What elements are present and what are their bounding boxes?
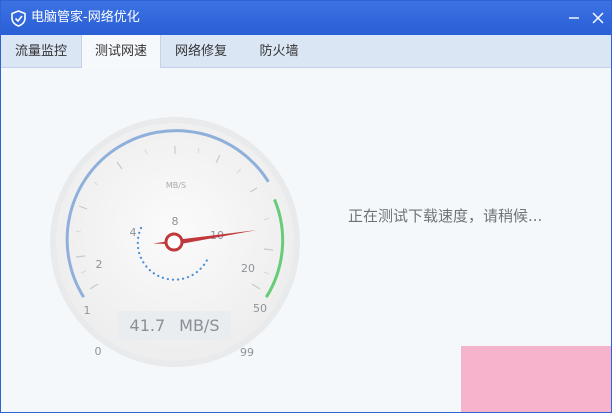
speed-test-panel: 0 1 2 4 8 10 20 50 99 MB/S [1, 68, 611, 412]
tab-network-repair[interactable]: 网络修复 [161, 35, 241, 68]
minimize-icon [569, 17, 579, 19]
title-bar[interactable]: 电脑管家-网络优化 [1, 1, 611, 35]
tab-firewall[interactable]: 防火墙 [241, 35, 317, 68]
tab-bar: 流量监控 测试网速 网络修复 防火墙 [1, 35, 611, 69]
gauge-needle-hub [164, 232, 184, 252]
close-icon [592, 12, 604, 24]
speed-unit: MB/S [179, 316, 220, 335]
tab-speed-test[interactable]: 测试网速 [81, 35, 161, 69]
speed-readout: 41.7 MB/S [118, 311, 231, 340]
gauge-unit-label: MB/S [166, 181, 186, 190]
test-status-message: 正在测试下载速度，请稍候... [348, 207, 543, 225]
watermark-overlay [461, 346, 611, 412]
window-title: 电脑管家-网络优化 [31, 10, 140, 25]
close-button[interactable] [588, 8, 608, 28]
speed-value: 41.7 [129, 316, 166, 335]
shield-logo-icon [10, 10, 27, 27]
minimize-button[interactable] [564, 8, 584, 28]
tab-traffic-monitor[interactable]: 流量监控 [1, 35, 81, 68]
gauge-needle [175, 230, 257, 245]
speedtest-window: 电脑管家-网络优化 流量监控 测试网速 网络修复 防火墙 0 1 2 4 8 2… [0, 0, 612, 413]
